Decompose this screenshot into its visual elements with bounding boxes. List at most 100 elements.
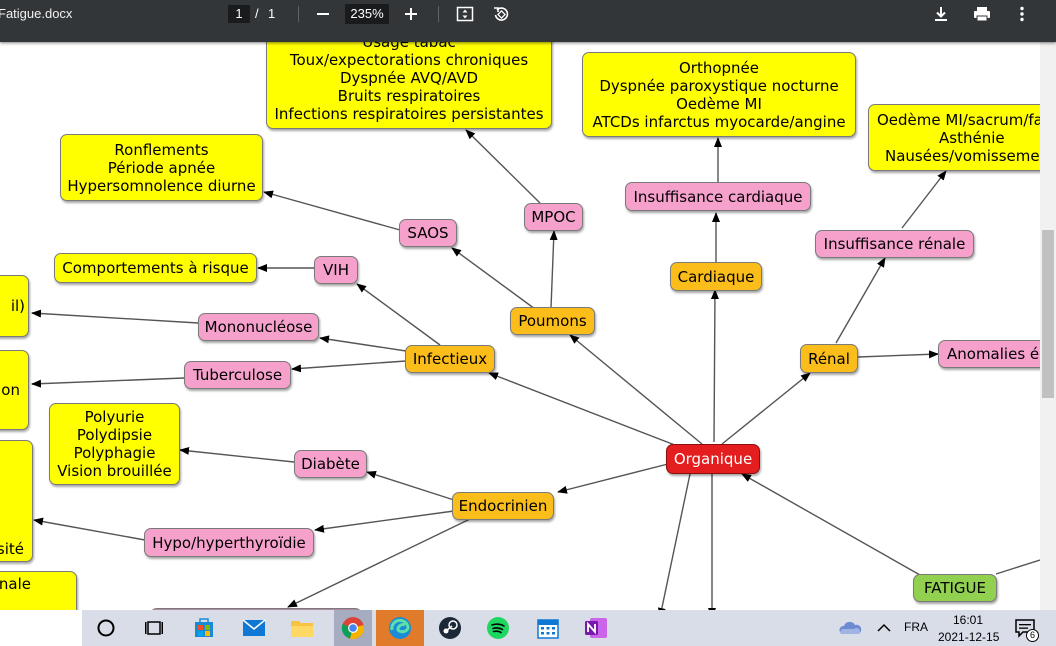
connector-organique-down [657,473,691,610]
task-view-button[interactable] [140,614,168,642]
node-insuffisance-renale[interactable]: Insuffisance rénale [815,230,974,258]
diabetes-symptoms-box: Polyurie Polydipsie Polyphagie Vision br… [49,403,180,485]
connector-organique-infectieux [488,372,681,448]
connector-organique-cardiaque [710,289,719,443]
connector-renal-anomalies [857,350,939,359]
node-endocrinien[interactable]: Endocrinien [452,492,554,520]
connector-infectieux-vih [356,283,441,346]
node-mpoc[interactable]: MPOC [524,203,583,231]
node-diabete[interactable]: Diabète [294,450,367,478]
clock-date[interactable]: 2021-12-15 [938,630,999,644]
left-box-mono: il) [0,275,29,337]
toolbar-divider [438,6,439,22]
print-button[interactable] [968,0,996,28]
node-organique[interactable]: Organique [666,444,760,474]
plus-icon [405,8,417,20]
node-anomalies[interactable]: Anomalies é [938,340,1040,368]
connector-infectieux-tb [291,360,407,373]
store-app[interactable] [190,614,218,642]
show-hidden-icons-button[interactable] [870,614,898,642]
spotify-app[interactable] [484,614,512,642]
mail-app[interactable] [240,614,268,642]
connector-mono-left [31,309,199,324]
node-renal[interactable]: Rénal [800,344,858,373]
connector-thyroid-left [33,517,146,541]
connector-fatigue-right [995,559,1040,575]
zoom-level-input[interactable]: 235% [345,4,389,24]
onenote-icon [585,618,607,638]
clock-time[interactable]: 16:01 [953,613,983,627]
file-explorer-app[interactable] [288,614,316,642]
search-area[interactable] [0,610,82,646]
rotate-button[interactable] [487,0,515,28]
left-box-thyroid: sité [0,440,33,562]
pdf-toolbar: Fatigue.docx 1 / 1 235% [0,0,1056,42]
scrollbar-thumb[interactable] [1042,230,1054,398]
calendar-app[interactable] [534,614,562,642]
node-hypo-hyperthyroidie[interactable]: Hypo/hyperthyroïdie [144,528,314,557]
connector-endocrinien-diabete [366,470,455,501]
edge-app[interactable] [376,610,424,646]
node-poumons[interactable]: Poumons [510,307,595,335]
copd-symptoms-box: Usage tabac Toux/expectorations chroniqu… [266,42,552,129]
print-icon [974,7,990,22]
connector-fatigue-organique [741,473,921,576]
minus-icon [317,13,329,15]
connector-saos-symptoms [263,190,401,231]
page-separator: / [255,6,259,21]
connector-endocrinien-down [287,518,471,608]
node-insuffisance-cardiaque[interactable]: Insuffisance cardiaque [625,182,811,211]
connector-infectieux-mono [319,335,407,352]
page-number-input[interactable]: 1 [228,5,250,23]
connector-organique-renal [721,372,811,445]
onedrive-button[interactable] [836,614,864,642]
node-vih[interactable]: VIH [314,256,358,284]
connector-diabete-symptoms [179,446,295,463]
cortana-button[interactable] [92,614,120,642]
page-total: 1 [268,6,276,21]
connector-poumons-mpoc [549,230,558,309]
connector-organique-poumons [569,334,703,445]
steam-icon [439,617,461,639]
steam-app[interactable] [436,614,464,642]
pdf-page: Usage tabac Toux/expectorations chroniqu… [0,42,1040,610]
store-icon [195,618,213,637]
vertical-scrollbar[interactable] [1040,42,1056,610]
connector-organique-endocrinien [557,463,669,494]
risk-behaviours-box: Comportements à risque [54,253,257,283]
fit-to-page-button[interactable] [451,0,479,28]
more-vert-icon [1020,6,1024,22]
node-fatigue[interactable]: FATIGUE [913,574,997,602]
connector-insuffisance-renal-symptoms [901,170,947,229]
connector-tb-left [31,377,185,388]
onenote-app[interactable] [582,614,610,642]
document-title: Fatigue.docx [0,6,73,21]
fit-page-icon [456,6,474,22]
download-button[interactable] [927,0,955,28]
chrome-app[interactable] [334,610,372,646]
connector-poumons-saos [451,247,536,310]
zoom-out-button[interactable] [309,0,337,28]
notification-count-badge: 6 [1026,629,1039,642]
rotate-icon [494,7,509,21]
node-infectieux[interactable]: Infectieux [405,345,495,373]
node-tuberculose[interactable]: Tuberculose [184,361,291,389]
connector-mpoc-symptoms [465,129,541,204]
task-view-icon [145,621,163,635]
spotify-icon [487,617,509,639]
renal-failure-symptoms-box: Oedème MI/sacrum/fa Asthénie Nausées/vom… [868,104,1040,171]
node-mononucleose[interactable]: Mononucléose [198,313,319,341]
notification-center-button[interactable]: 6 [1011,614,1039,642]
language-indicator[interactable]: FRA [904,620,928,634]
more-actions-button[interactable] [1008,0,1036,28]
left-box-tb: ion [0,350,29,430]
chrome-icon [341,617,364,639]
node-saos[interactable]: SAOS [399,219,457,247]
node-cardiaque[interactable]: Cardiaque [670,262,762,291]
zoom-in-button[interactable] [397,0,425,28]
left-box-bottom: nale [0,571,77,610]
file-explorer-icon [291,621,313,637]
toolbar-divider [298,6,299,22]
cortana-circle-icon [97,619,115,637]
calendar-icon [537,619,559,639]
